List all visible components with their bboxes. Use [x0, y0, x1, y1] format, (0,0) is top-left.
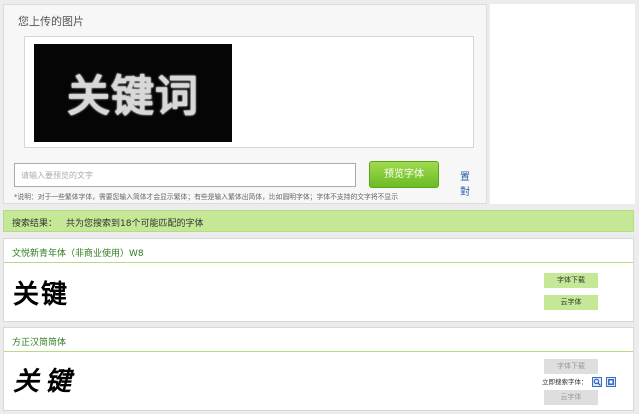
- results-bar: 搜索结果： 共为您搜索到18个可能匹配的字体: [3, 210, 634, 232]
- results-label: 搜索结果：: [12, 219, 58, 229]
- image-frame: 关键词: [24, 36, 474, 148]
- font-download-button[interactable]: 字体下载: [544, 273, 598, 288]
- font-download-button[interactable]: 字体下载: [544, 359, 598, 374]
- uploaded-image-text: 关键词: [67, 72, 199, 122]
- font-card-header: 方正汉简简体: [4, 328, 633, 352]
- search-engine-alt-icon[interactable]: [605, 377, 616, 387]
- preview-font-button[interactable]: 预览字体: [369, 161, 439, 188]
- font-card: 文悦新青年体（非商业使用）W8 关键 字体下载 云字体: [3, 238, 634, 322]
- font-sample: 关键: [13, 280, 70, 310]
- compare-link[interactable]: 置 對: [460, 168, 486, 198]
- search-font-label: 立即搜索字体：: [542, 378, 588, 386]
- upload-panel: 您上传的图片 关键词 预览字体 置 對 *说明：对于一些繁体字体，需要您输入简体…: [3, 4, 487, 204]
- side-area: [490, 4, 635, 204]
- font-sample: 关键: [13, 367, 78, 397]
- uploaded-image: 关键词: [34, 44, 232, 142]
- cloud-font-button[interactable]: 云字体: [544, 390, 598, 405]
- font-name[interactable]: 文悦新青年体（非商业使用）W8: [12, 246, 144, 259]
- usage-note: *说明：对于一些繁体字体，需要您输入简体才会显示繁体；有些是输入繁体出简体，比如…: [14, 193, 399, 201]
- results-count: 共为您搜索到18个可能匹配的字体: [66, 219, 204, 229]
- search-font-row: 立即搜索字体：: [542, 376, 616, 387]
- font-card-header: 文悦新青年体（非商业使用）W8: [4, 239, 633, 263]
- page: 您上传的图片 关键词 预览字体 置 對 *说明：对于一些繁体字体，需要您输入简体…: [0, 0, 639, 414]
- font-card: 方正汉简简体 关键 字体下载 立即搜索字体： 云字体: [3, 327, 634, 411]
- upload-title: 您上传的图片: [18, 15, 84, 28]
- font-name[interactable]: 方正汉简简体: [12, 335, 66, 348]
- search-engine-icon[interactable]: [591, 377, 602, 387]
- preview-text-input[interactable]: [14, 163, 356, 187]
- cloud-font-button[interactable]: 云字体: [544, 295, 598, 310]
